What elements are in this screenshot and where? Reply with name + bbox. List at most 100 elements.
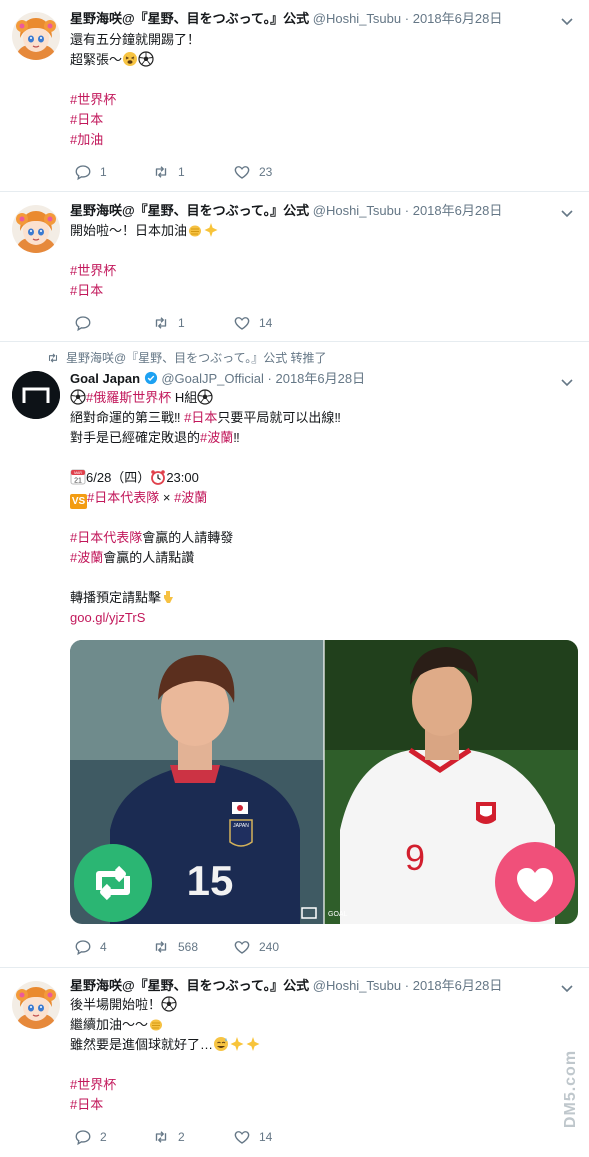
tweet-text: 後半場開始啦！ 繼續加油～～ 雖然要是進個球就好了… #世界杯 #日本 — [70, 995, 261, 1115]
tweet[interactable]: 星野海咲@『星野、目をつぶって。』公式 @Hoshi_Tsubu · 2018年… — [0, 191, 589, 342]
soccer-ball-icon — [70, 389, 86, 405]
timestamp[interactable]: 2018年6月28日 — [413, 978, 503, 993]
avatar[interactable] — [12, 981, 60, 1029]
hashtag-link[interactable]: #波蘭 — [70, 550, 103, 565]
text-fragment: 對手是已經確定敗退的 — [70, 430, 201, 445]
retweet-button[interactable]: 1 — [152, 163, 185, 181]
hashtag-link[interactable]: #日本代表隊 — [87, 490, 159, 505]
text-line: 開始啦～！日本加油 — [70, 223, 188, 238]
hashtag-link[interactable]: #俄羅斯世界杯 — [86, 390, 171, 405]
verified-badge-icon — [144, 371, 157, 385]
reply-button[interactable]: 1 — [74, 163, 107, 181]
username[interactable]: @Hoshi_Tsubu — [313, 11, 401, 26]
avatar[interactable] — [12, 205, 60, 253]
timestamp[interactable]: 2018年6月28日 — [413, 11, 503, 26]
soccer-ball-icon — [138, 51, 154, 67]
like-count: 240 — [259, 940, 280, 954]
hashtag-link[interactable]: #世界杯 — [70, 1077, 116, 1092]
hashtag-link[interactable]: #日本 — [70, 1097, 103, 1112]
tweet-text: #俄羅斯世界杯 H組 絕對命運的第三戰‼ #日本只要平局就可以出線‼ 對手是已經… — [70, 388, 341, 628]
reply-icon — [74, 314, 92, 332]
hashtag-link[interactable]: #日本 — [184, 410, 217, 425]
chevron-down-icon[interactable] — [559, 374, 575, 390]
text-fragment: H組 — [171, 390, 198, 405]
hashtag-link[interactable]: #日本 — [70, 112, 103, 127]
text-line: 雖然要是進個球就好了… — [70, 1037, 214, 1052]
avatar[interactable] — [12, 371, 60, 419]
display-name[interactable]: Goal Japan — [70, 371, 140, 386]
text-fragment: 會贏的人請點讚 — [103, 550, 195, 565]
retweet-button[interactable]: 2 — [152, 1128, 185, 1146]
display-name[interactable]: 星野海咲@『星野、目をつぶって。』公式 — [70, 978, 309, 993]
display-name[interactable]: 星野海咲@『星野、目をつぶって。』公式 — [70, 11, 309, 26]
timestamp[interactable]: 2018年6月28日 — [413, 203, 503, 218]
calendar-day: 21 — [74, 478, 82, 485]
hashtag-link[interactable]: #日本 — [70, 283, 103, 298]
soccer-ball-icon — [197, 389, 213, 405]
tweet-header: Goal Japan @GoalJP_Official · 2018年6月28日 — [70, 370, 365, 388]
alarm-clock-icon — [150, 469, 166, 485]
tweet[interactable]: 星野海咲@『星野、目をつぶって。』公式 @Hoshi_Tsubu · 2018年… — [0, 0, 589, 192]
retweet-button[interactable]: 568 — [152, 938, 198, 956]
display-name[interactable]: 星野海咲@『星野、目をつぶって。』公式 — [70, 203, 309, 218]
chevron-down-icon[interactable] — [559, 13, 575, 29]
sparkles-icon — [203, 222, 219, 238]
like-button[interactable]: 14 — [233, 1128, 272, 1146]
hashtag-link[interactable]: #波蘭 — [200, 430, 233, 445]
soccer-ball-icon — [161, 996, 177, 1012]
match-date: 6/28（四） — [86, 470, 151, 485]
avatar[interactable] — [12, 12, 60, 60]
tired-face-icon — [122, 51, 138, 67]
retweet-circle-icon — [74, 844, 152, 922]
heart-icon — [233, 163, 251, 181]
tweet[interactable]: 星野海咲@『星野、目をつぶって。』公式 @Hoshi_Tsubu · 2018年… — [0, 966, 589, 1157]
reply-button[interactable]: 4 — [74, 938, 107, 956]
clapping-hands-icon — [187, 222, 203, 238]
text-line: 超緊張～ — [70, 52, 123, 67]
username[interactable]: @Hoshi_Tsubu — [313, 203, 401, 218]
text-line: 繼續加油～～ — [70, 1017, 149, 1032]
retweet-button[interactable]: 1 — [152, 314, 185, 332]
vs-icon: VS — [70, 494, 87, 509]
timestamp[interactable]: 2018年6月28日 — [275, 371, 365, 386]
retweet-icon — [152, 938, 170, 956]
reply-button[interactable]: 2 — [74, 1128, 107, 1146]
sparkles-icon — [229, 1036, 245, 1052]
jersey-number: 9 — [405, 837, 425, 878]
hashtag-link[interactable]: #波蘭 — [174, 490, 207, 505]
separator-dot: · — [404, 11, 410, 26]
reply-icon — [74, 938, 92, 956]
calendar-icon: MAR 21 — [70, 469, 86, 485]
retweet-count: 568 — [178, 940, 199, 954]
reply-button[interactable] — [74, 314, 100, 332]
like-count: 14 — [259, 316, 273, 330]
reply-count: 4 — [100, 940, 107, 954]
like-button[interactable]: 14 — [233, 314, 272, 332]
media-watermark: GOAL — [328, 911, 348, 918]
text-fragment: × — [159, 490, 175, 505]
like-button[interactable]: 240 — [233, 938, 279, 956]
text-fragment: 轉播預定請點擊 — [70, 590, 162, 605]
username[interactable]: @GoalJP_Official — [161, 371, 264, 386]
text-line: 還有五分鐘就開踢了！ — [70, 32, 201, 47]
hashtag-link[interactable]: #加油 — [70, 132, 103, 147]
heart-icon — [233, 1128, 251, 1146]
chevron-down-icon[interactable] — [559, 980, 575, 996]
tweet-header: 星野海咲@『星野、目をつぶって。』公式 @Hoshi_Tsubu · 2018年… — [70, 202, 502, 220]
chevron-down-icon[interactable] — [559, 205, 575, 221]
text-fragment: 絕對命運的第三戰‼ — [70, 410, 185, 425]
url-link[interactable]: goo.gl/yjzTrS — [70, 610, 145, 625]
hashtag-link[interactable]: #世界杯 — [70, 92, 116, 107]
crest-text: JAPAN — [233, 823, 249, 829]
tweet-header: 星野海咲@『星野、目をつぶって。』公式 @Hoshi_Tsubu · 2018年… — [70, 10, 502, 28]
hashtag-link[interactable]: #日本代表隊 — [70, 530, 142, 545]
retweet-count: 1 — [178, 165, 185, 179]
media-image[interactable]: JAPAN 15 9 GOAL — [70, 640, 578, 924]
like-button[interactable]: 23 — [233, 163, 272, 181]
retweet-count: 2 — [178, 1130, 185, 1144]
username[interactable]: @Hoshi_Tsubu — [313, 978, 401, 993]
retweet-count: 1 — [178, 316, 185, 330]
hashtag-link[interactable]: #世界杯 — [70, 263, 116, 278]
like-count: 23 — [259, 165, 273, 179]
reply-count: 1 — [100, 165, 107, 179]
